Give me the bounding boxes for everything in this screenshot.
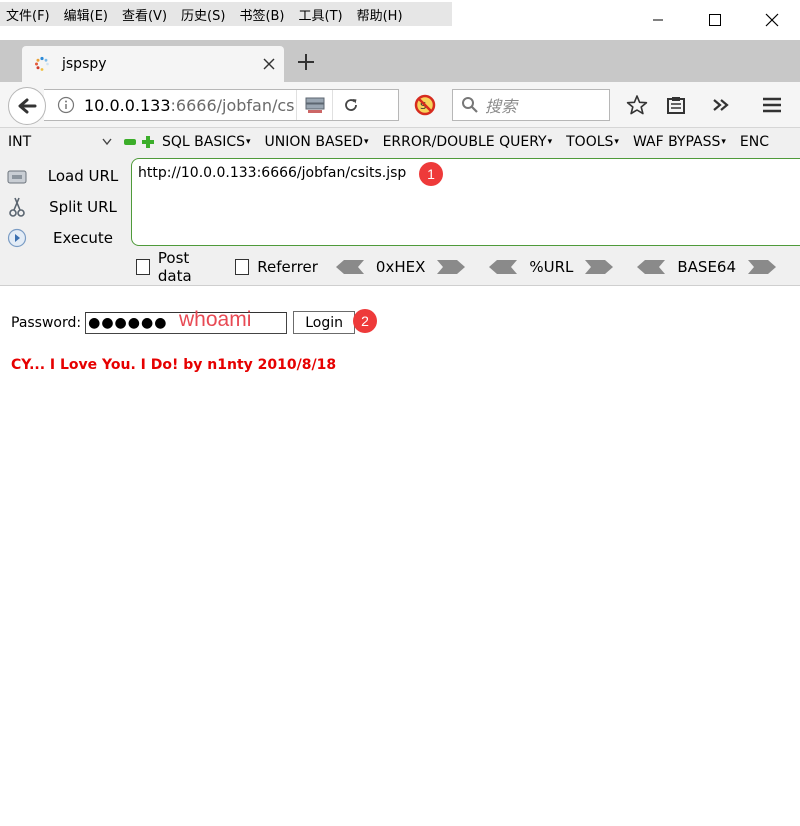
menu-sql-basics[interactable]: SQL BASICS bbox=[162, 134, 251, 150]
menu-history[interactable]: 历史(S) bbox=[179, 5, 227, 24]
back-arrow-icon bbox=[18, 98, 37, 114]
post-data-label: Post data bbox=[157, 249, 192, 285]
reload-icon bbox=[344, 99, 357, 111]
url-textarea[interactable]: http://10.0.0.133:6666/jobfan/csits.jsp bbox=[131, 158, 800, 246]
hamburger-icon bbox=[763, 97, 781, 113]
search-placeholder: 搜索 bbox=[485, 97, 518, 116]
reload-button[interactable] bbox=[332, 90, 368, 120]
minus-icon[interactable] bbox=[124, 138, 136, 146]
referrer-checkbox[interactable] bbox=[235, 259, 250, 275]
menu-bookmarks[interactable]: 书签(B) bbox=[237, 5, 286, 24]
decode-arrow-icon[interactable] bbox=[489, 259, 518, 275]
menu-tools[interactable]: 工具(T) bbox=[297, 5, 345, 24]
reading-list-button[interactable] bbox=[663, 92, 689, 118]
login-button[interactable]: Login bbox=[293, 311, 356, 334]
menu-bar: 文件(F) 编辑(E) 查看(V) 历史(S) 书签(B) 工具(T) 帮助(H… bbox=[0, 2, 452, 26]
tab-jspspy[interactable]: jspspy bbox=[22, 46, 284, 82]
url-path: :6666/jobfan/cs bbox=[170, 95, 295, 115]
hackbar-panel: INT SQL BASICS UNION BASED ERROR/DOUBLE … bbox=[0, 128, 800, 286]
minimize-button[interactable] bbox=[629, 0, 686, 40]
site-info-icon[interactable] bbox=[48, 96, 84, 114]
double-chevron-icon bbox=[713, 99, 729, 111]
menu-tools[interactable]: TOOLS bbox=[566, 134, 619, 150]
encode-arrow-icon[interactable] bbox=[748, 259, 777, 275]
page-action-button[interactable] bbox=[296, 90, 332, 120]
base64-encoder: BASE64 bbox=[637, 258, 777, 276]
load-url-button[interactable]: Load URL bbox=[4, 160, 126, 191]
split-url-button[interactable]: Split URL bbox=[4, 191, 126, 222]
noscript-button[interactable]: S bbox=[414, 94, 436, 120]
back-button[interactable] bbox=[8, 87, 46, 125]
loading-spinner-icon bbox=[35, 56, 49, 71]
menu-edit[interactable]: 编辑(E) bbox=[62, 5, 110, 24]
type-select-value: INT bbox=[8, 134, 32, 150]
menu-error-double-query[interactable]: ERROR/DOUBLE QUERY bbox=[383, 134, 553, 150]
post-data-checkbox[interactable] bbox=[136, 259, 150, 275]
menu-encoding[interactable]: ENC bbox=[740, 134, 770, 150]
menu-help[interactable]: 帮助(H) bbox=[355, 5, 405, 24]
close-window-button[interactable] bbox=[743, 0, 800, 40]
encode-arrow-icon[interactable] bbox=[585, 259, 614, 275]
clipboard-icon bbox=[667, 97, 685, 114]
annotation-badge-1: 1 bbox=[419, 162, 443, 186]
scissors-icon bbox=[4, 196, 30, 218]
password-masked-value: ●●●●●● bbox=[88, 314, 168, 331]
password-label: Password: bbox=[11, 314, 82, 331]
hackbar-menu: INT SQL BASICS UNION BASED ERROR/DOUBLE … bbox=[0, 128, 800, 156]
close-icon bbox=[765, 13, 778, 27]
decode-arrow-icon[interactable] bbox=[637, 259, 666, 275]
search-box[interactable]: 搜索 bbox=[452, 89, 610, 121]
footer-signature: CY... I Love You. I Do! by n1nty 2010/8/… bbox=[11, 357, 337, 373]
overflow-button[interactable] bbox=[708, 92, 734, 118]
search-icon bbox=[462, 97, 478, 113]
hackbar-actions: Load URL Split URL Execute bbox=[4, 160, 126, 253]
tab-title: jspspy bbox=[62, 56, 107, 72]
star-icon bbox=[626, 95, 648, 115]
hamburger-menu-button[interactable] bbox=[759, 92, 785, 118]
plus-icon[interactable] bbox=[142, 136, 154, 148]
close-icon bbox=[263, 58, 275, 70]
referrer-label: Referrer bbox=[257, 258, 318, 276]
noscript-icon: S bbox=[414, 94, 436, 116]
new-tab-button[interactable] bbox=[292, 48, 320, 76]
maximize-icon bbox=[708, 14, 721, 26]
play-icon bbox=[4, 227, 30, 249]
annotation-badge-2: 2 bbox=[353, 309, 377, 333]
password-annotation: whoami bbox=[179, 308, 252, 331]
url-host: 10.0.0.133 bbox=[84, 95, 171, 115]
tab-close-button[interactable] bbox=[254, 49, 284, 79]
url-bar[interactable]: 10.0.0.133:6666/jobfan/cs bbox=[44, 89, 399, 121]
execute-button[interactable]: Execute bbox=[4, 222, 126, 253]
plus-icon bbox=[298, 54, 314, 70]
load-url-icon bbox=[4, 165, 30, 187]
tab-strip: jspspy bbox=[0, 40, 800, 82]
encode-arrow-icon[interactable] bbox=[437, 259, 466, 275]
type-select[interactable]: INT bbox=[4, 130, 116, 154]
menu-union-based[interactable]: UNION BASED bbox=[265, 134, 369, 150]
maximize-button[interactable] bbox=[686, 0, 743, 40]
minimize-icon bbox=[652, 19, 663, 21]
hackbar-options: Post data Referrer 0xHEX %URL BASE64 bbox=[136, 249, 800, 285]
navigation-bar: 10.0.0.133:6666/jobfan/cs S 搜索 bbox=[0, 82, 800, 128]
title-bar: 文件(F) 编辑(E) 查看(V) 历史(S) 书签(B) 工具(T) 帮助(H… bbox=[0, 0, 800, 40]
menu-waf-bypass[interactable]: WAF BYPASS bbox=[633, 134, 726, 150]
hex-encoder: 0xHEX bbox=[335, 258, 466, 276]
server-icon bbox=[305, 97, 324, 113]
menu-file[interactable]: 文件(F) bbox=[4, 5, 52, 24]
url-encoder: %URL bbox=[489, 258, 614, 276]
chevron-down-icon bbox=[102, 138, 112, 146]
bookmark-star-button[interactable] bbox=[624, 92, 650, 118]
url-text[interactable]: 10.0.0.133:6666/jobfan/cs bbox=[84, 96, 296, 115]
decode-arrow-icon[interactable] bbox=[335, 259, 364, 275]
menu-view[interactable]: 查看(V) bbox=[120, 5, 169, 24]
